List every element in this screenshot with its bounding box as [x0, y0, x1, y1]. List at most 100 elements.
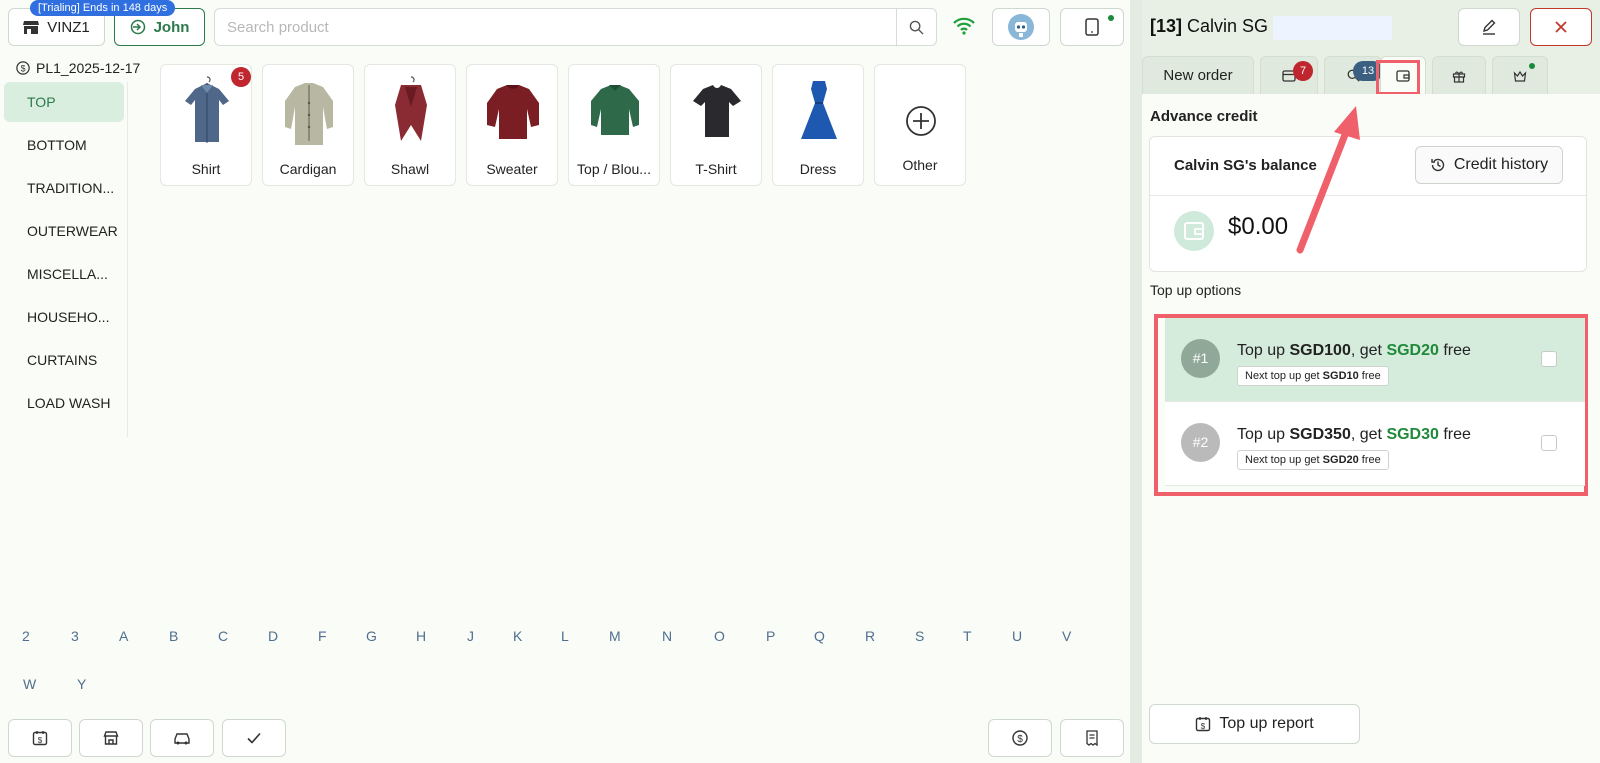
option-checkbox[interactable]: [1541, 435, 1557, 451]
delivery-button[interactable]: [150, 719, 214, 757]
alpha-letter[interactable]: V: [1062, 628, 1071, 644]
topup-report-label: Top up report: [1219, 715, 1314, 732]
alpha-letter[interactable]: W: [23, 676, 36, 692]
staff-name: John: [153, 18, 190, 36]
topup-shortcut-button[interactable]: $: [8, 719, 72, 757]
tab-orders[interactable]: 7: [1260, 56, 1318, 94]
tab-new-order[interactable]: New order: [1142, 56, 1254, 94]
category-miscellaneous[interactable]: MISCELLA...: [4, 254, 124, 294]
alpha-letter[interactable]: Y: [77, 676, 86, 692]
dress-image: [789, 73, 849, 149]
product-tshirt[interactable]: T-Shirt: [670, 64, 762, 186]
robot-avatar-icon: [1007, 13, 1035, 41]
category-bottom[interactable]: BOTTOM: [4, 125, 124, 165]
pane-divider[interactable]: [1130, 0, 1142, 763]
pricelist-name: PL1_2025-12-17: [36, 60, 141, 76]
category-outerwear[interactable]: OUTERWEAR: [4, 211, 124, 251]
credit-history-label: Credit history: [1453, 156, 1549, 173]
tab-gifts[interactable]: [1432, 56, 1486, 94]
topup-report-button[interactable]: $ Top up report: [1149, 704, 1360, 744]
option-number: #2: [1181, 423, 1220, 462]
close-customer-button[interactable]: [1530, 8, 1592, 46]
store-shortcut-button[interactable]: [79, 719, 143, 757]
alpha-letter[interactable]: A: [119, 628, 128, 644]
product-dress[interactable]: Dress: [772, 64, 864, 186]
category-top[interactable]: TOP: [4, 82, 124, 122]
wifi-icon: [953, 16, 975, 36]
product-other[interactable]: Other: [874, 64, 966, 186]
alpha-letter[interactable]: B: [169, 628, 178, 644]
topup-option[interactable]: #2 Top up SGD350, get SGD30 free Next to…: [1165, 402, 1585, 486]
topup-option[interactable]: #1 Top up SGD100, get SGD20 free Next to…: [1165, 318, 1585, 402]
search-button[interactable]: [896, 9, 936, 45]
option-next-note: Next top up get SGD20 free: [1237, 450, 1389, 470]
product-label: Other: [902, 157, 938, 173]
shop-icon: [103, 730, 119, 746]
dollar-circle-icon: $: [16, 61, 30, 75]
tab-search[interactable]: 13: [1324, 56, 1383, 94]
option-checkbox[interactable]: [1541, 351, 1557, 367]
payment-button[interactable]: $: [988, 719, 1052, 757]
alpha-letter[interactable]: Q: [814, 628, 825, 644]
receipt-button[interactable]: [1060, 719, 1124, 757]
alpha-letter[interactable]: O: [714, 628, 725, 644]
product-sweater[interactable]: Sweater: [466, 64, 558, 186]
alpha-letter[interactable]: P: [766, 628, 775, 644]
pricelist-indicator[interactable]: $ PL1_2025-12-17: [16, 60, 140, 76]
category-household[interactable]: HOUSEHO...: [4, 297, 124, 337]
alpha-letter[interactable]: S: [915, 628, 924, 644]
calendar-dollar-icon: $: [1195, 716, 1211, 732]
alpha-letter[interactable]: F: [318, 628, 327, 644]
redacted-info: [1273, 16, 1392, 40]
edit-customer-button[interactable]: [1458, 8, 1520, 46]
alpha-letter[interactable]: U: [1012, 628, 1022, 644]
customer-display-button[interactable]: [992, 8, 1050, 46]
login-icon: [130, 19, 146, 35]
alpha-letter[interactable]: M: [609, 628, 621, 644]
category-curtains[interactable]: CURTAINS: [4, 340, 124, 380]
alpha-letter[interactable]: H: [416, 628, 426, 644]
alpha-letter[interactable]: R: [865, 628, 875, 644]
tab-membership[interactable]: [1492, 56, 1548, 94]
alpha-letter[interactable]: N: [662, 628, 672, 644]
alpha-letter[interactable]: K: [513, 628, 522, 644]
topup-options-highlight: #1 Top up SGD100, get SGD20 free Next to…: [1154, 314, 1588, 496]
category-load-wash[interactable]: LOAD WASH: [4, 383, 124, 423]
alpha-letter[interactable]: T: [963, 628, 972, 644]
alpha-letter[interactable]: 2: [22, 628, 30, 644]
search-input[interactable]: [215, 9, 895, 45]
store-label: VINZ1: [47, 18, 90, 36]
trial-badge: [Trialing] Ends in 148 days: [30, 0, 176, 16]
alpha-letter[interactable]: L: [561, 628, 569, 644]
category-list: TOP BOTTOM TRADITION... OUTERWEAR MISCEL…: [0, 82, 128, 437]
shawl-image: [381, 73, 441, 149]
customer-id: [13]: [1150, 16, 1183, 36]
product-top-blouse[interactable]: Top / Blou...: [568, 64, 660, 186]
alpha-letter[interactable]: 3: [71, 628, 79, 644]
confirm-button[interactable]: [222, 719, 286, 757]
svg-text:$: $: [21, 64, 26, 74]
device-status-dot: [1108, 15, 1114, 21]
product-label: Shirt: [191, 161, 221, 177]
history-icon: [1430, 157, 1446, 173]
credit-history-button[interactable]: Credit history: [1415, 146, 1563, 184]
category-traditional[interactable]: TRADITION...: [4, 168, 124, 208]
product-label: Shawl: [390, 161, 430, 177]
product-label: Top / Blou...: [577, 161, 651, 177]
product-shirt[interactable]: Shirt 5: [160, 64, 252, 186]
alpha-letter[interactable]: C: [218, 628, 228, 644]
customer-tabs: New order 7 13: [1142, 56, 1600, 94]
receipt-icon: [1085, 730, 1099, 746]
device-button[interactable]: [1060, 8, 1124, 46]
product-cardigan[interactable]: Cardigan: [262, 64, 354, 186]
alpha-letter[interactable]: G: [366, 628, 377, 644]
alpha-letter[interactable]: J: [467, 628, 474, 644]
blouse-image: [585, 73, 645, 149]
product-label: Cardigan: [279, 161, 337, 177]
product-shawl[interactable]: Shawl: [364, 64, 456, 186]
tab-highlight-frame: [1376, 60, 1420, 95]
svg-text:$: $: [38, 736, 43, 745]
alpha-letter[interactable]: D: [268, 628, 278, 644]
product-label: Sweater: [486, 161, 538, 177]
shirt-image: [177, 73, 237, 149]
